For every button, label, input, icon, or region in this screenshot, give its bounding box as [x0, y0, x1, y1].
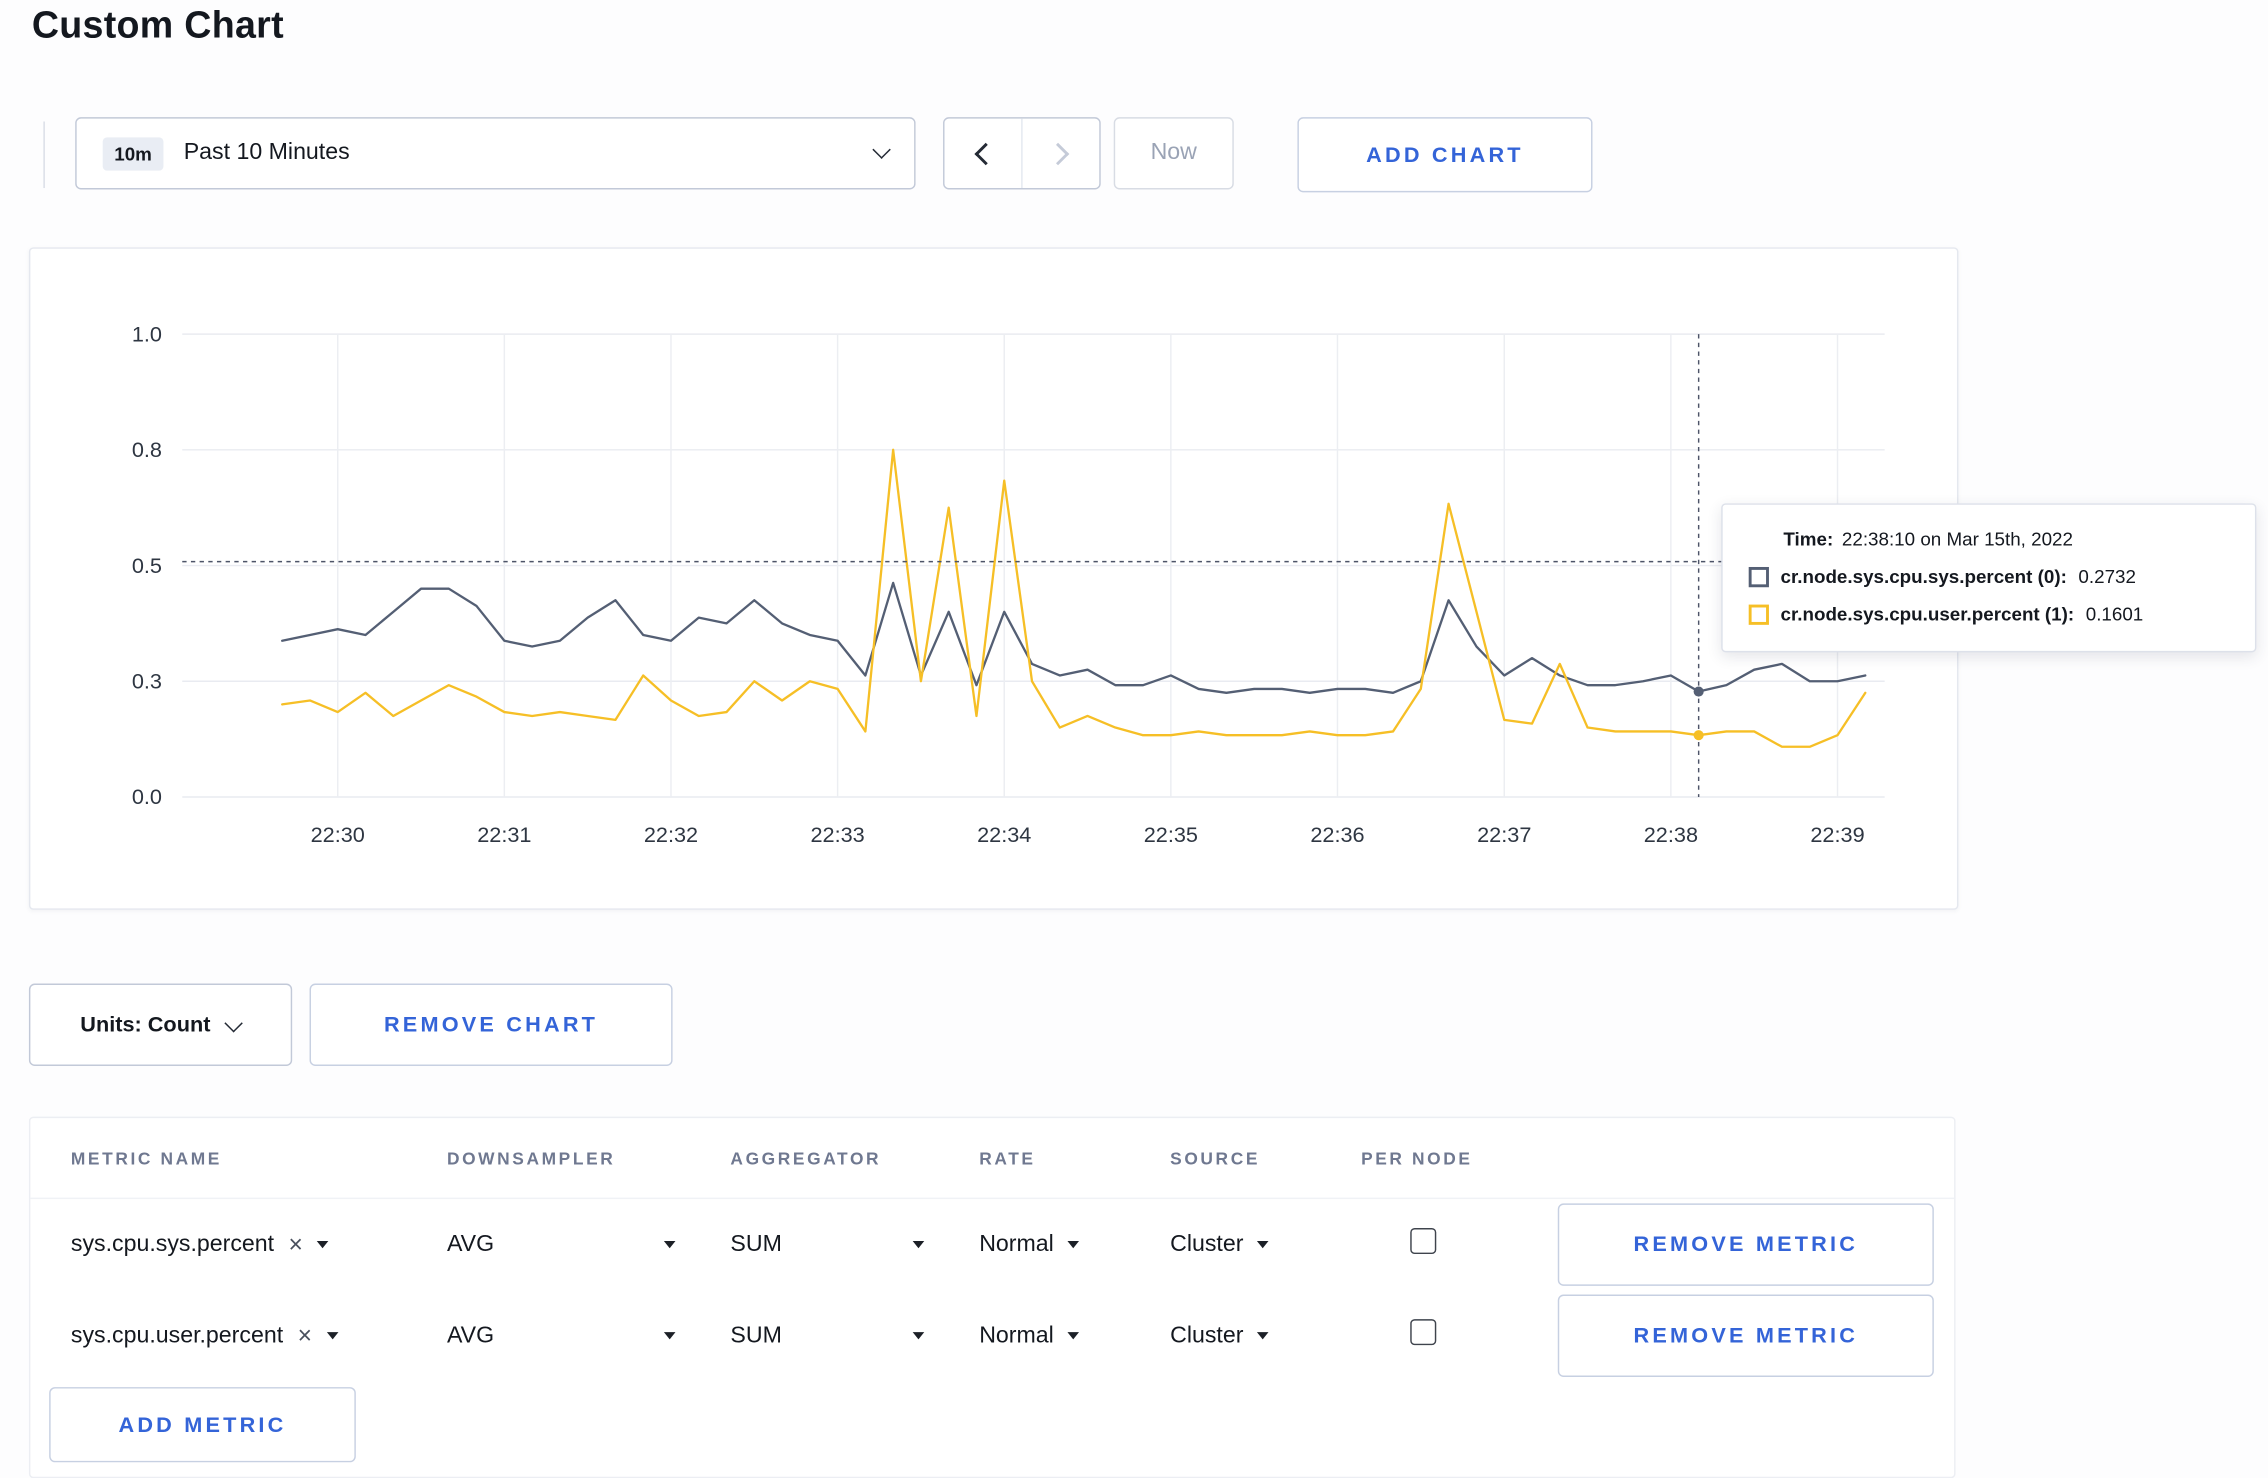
- svg-text:22:31: 22:31: [477, 822, 531, 847]
- caret-down-icon: [912, 1332, 925, 1340]
- caret-down-icon: [1256, 1241, 1269, 1249]
- next-time-button[interactable]: [1021, 118, 1099, 189]
- chart-svg: 0.0 0.3 0.5 0.8 1.0 22:30 22:31 22:32 22:33 22:34…: [132, 321, 1885, 847]
- chart-tooltip: Time: 22:38:10 on Mar 15th, 2022 cr.node.…: [1721, 503, 2257, 653]
- svg-text:22:37: 22:37: [1477, 822, 1531, 847]
- aggregator-select[interactable]: SUM: [730, 1322, 925, 1349]
- rate-select[interactable]: Normal: [979, 1232, 1170, 1258]
- per-node-checkbox[interactable]: [1410, 1227, 1437, 1255]
- metrics-table: METRIC NAME DOWNSAMPLER AGGREGATOR RATE …: [28, 1116, 1956, 1478]
- caret-down-icon: [1256, 1332, 1269, 1340]
- svg-text:22:33: 22:33: [810, 822, 864, 847]
- aggregator-value: SUM: [730, 1231, 782, 1257]
- tooltip-series-row: cr.node.sys.cpu.sys.percent (0): 0.2732: [1748, 565, 2229, 588]
- caret-down-icon: [1066, 1241, 1079, 1249]
- col-header-per-node: PER NODE: [1361, 1147, 1473, 1168]
- svg-text:22:30: 22:30: [311, 822, 365, 847]
- clear-metric-icon[interactable]: ×: [289, 1232, 303, 1257]
- svg-text:22:36: 22:36: [1310, 822, 1364, 847]
- add-metric-button[interactable]: ADD METRIC: [49, 1387, 356, 1463]
- table-row: sys.cpu.user.percent × AVG SUM Normal Cl…: [30, 1290, 1954, 1381]
- source-value: Cluster: [1170, 1322, 1244, 1348]
- col-header-metric-name: METRIC NAME: [70, 1147, 222, 1168]
- prev-time-button[interactable]: [944, 119, 1021, 188]
- table-row: sys.cpu.sys.percent × AVG SUM Normal Clu…: [30, 1199, 1954, 1290]
- svg-text:0.0: 0.0: [132, 784, 162, 809]
- remove-chart-button[interactable]: REMOVE CHART: [309, 983, 673, 1066]
- now-button[interactable]: Now: [1113, 117, 1234, 190]
- tooltip-series-name: cr.node.sys.cpu.user.percent (1):: [1780, 603, 2075, 625]
- svg-text:1.0: 1.0: [132, 321, 162, 346]
- aggregator-select[interactable]: SUM: [730, 1231, 925, 1258]
- tooltip-series-row: cr.node.sys.cpu.user.percent (1): 0.1601: [1748, 603, 2229, 625]
- downsampler-value: AVG: [446, 1322, 495, 1348]
- caret-down-icon: [663, 1241, 676, 1249]
- downsampler-select[interactable]: AVG: [447, 1232, 676, 1258]
- units-label: Units: Count: [80, 1012, 211, 1038]
- tooltip-series-value: 0.1601: [2085, 603, 2144, 625]
- col-header-rate: RATE: [979, 1147, 1036, 1168]
- metric-name-select[interactable]: sys.cpu.sys.percent ×: [71, 1232, 447, 1258]
- rate-value: Normal: [979, 1231, 1054, 1257]
- remove-metric-button[interactable]: REMOVE METRIC: [1557, 1294, 1934, 1377]
- tooltip-time-value: 22:38:10 on Mar 15th, 2022: [1841, 527, 2073, 550]
- svg-text:22:39: 22:39: [1810, 822, 1864, 847]
- add-chart-button[interactable]: ADD CHART: [1297, 117, 1593, 193]
- svg-text:0.8: 0.8: [132, 437, 162, 462]
- chevron-left-icon: [974, 142, 997, 165]
- downsampler-select[interactable]: AVG: [447, 1323, 676, 1349]
- tooltip-time-label: Time:: [1783, 527, 1834, 550]
- col-header-aggregator: AGGREGATOR: [730, 1147, 882, 1168]
- svg-text:22:38: 22:38: [1644, 822, 1698, 847]
- clear-metric-icon[interactable]: ×: [298, 1323, 312, 1348]
- remove-metric-button[interactable]: REMOVE METRIC: [1557, 1203, 1934, 1286]
- line-chart[interactable]: 0.0 0.3 0.5 0.8 1.0 22:30 22:31 22:32 22:33 22:34…: [30, 266, 1957, 869]
- toolbar-divider: [43, 121, 45, 189]
- svg-text:22:32: 22:32: [644, 822, 698, 847]
- metric-name-select[interactable]: sys.cpu.user.percent ×: [71, 1323, 447, 1349]
- source-select[interactable]: Cluster: [1170, 1323, 1361, 1349]
- tooltip-series-name: cr.node.sys.cpu.sys.percent (0):: [1780, 565, 2067, 588]
- toolbar: 10m Past 10 Minutes Now ADD CHART: [29, 117, 2242, 193]
- caret-down-icon: [1066, 1332, 1079, 1340]
- metric-name-value: sys.cpu.user.percent: [70, 1322, 284, 1348]
- time-range-dropdown[interactable]: 10m Past 10 Minutes: [75, 117, 916, 190]
- rate-select[interactable]: Normal: [979, 1323, 1170, 1349]
- units-dropdown[interactable]: Units: Count: [28, 983, 293, 1066]
- caret-down-icon: [663, 1332, 676, 1340]
- source-select[interactable]: Cluster: [1170, 1232, 1361, 1258]
- svg-text:0.5: 0.5: [132, 553, 162, 578]
- time-pager: [943, 117, 1101, 190]
- per-node-checkbox[interactable]: [1410, 1319, 1437, 1346]
- col-header-downsampler: DOWNSAMPLER: [446, 1147, 616, 1168]
- svg-text:22:35: 22:35: [1144, 822, 1198, 847]
- caret-down-icon: [912, 1241, 925, 1249]
- tooltip-series-value: 0.2732: [2078, 565, 2136, 588]
- chart-card: 0.0 0.3 0.5 0.8 1.0 22:30 22:31 22:32 22:33 22:34…: [28, 247, 1959, 910]
- aggregator-value: SUM: [730, 1322, 782, 1348]
- page-root: Custom Chart 10m Past 10 Minutes Now ADD…: [0, 0, 2268, 1478]
- caret-down-icon: [317, 1241, 329, 1249]
- tooltip-time: Time: 22:38:10 on Mar 15th, 2022: [1783, 528, 2228, 550]
- svg-text:0.3: 0.3: [132, 668, 162, 693]
- caret-down-icon: [326, 1332, 339, 1340]
- col-header-source: SOURCE: [1170, 1147, 1261, 1168]
- series-user-swatch-icon: [1748, 603, 1769, 625]
- series-sys-swatch-icon: [1748, 566, 1769, 587]
- chevron-down-icon: [225, 1013, 244, 1032]
- rate-value: Normal: [979, 1322, 1054, 1348]
- chevron-down-icon: [872, 140, 891, 159]
- time-range-label: Past 10 Minutes: [183, 140, 350, 165]
- chevron-right-icon: [1046, 142, 1070, 165]
- page-title: Custom Chart: [31, 2, 284, 47]
- svg-text:22:34: 22:34: [977, 822, 1031, 847]
- time-range-badge: 10m: [102, 136, 164, 170]
- metric-name-value: sys.cpu.sys.percent: [70, 1231, 275, 1257]
- downsampler-value: AVG: [446, 1231, 495, 1257]
- source-value: Cluster: [1170, 1231, 1244, 1257]
- metrics-table-header: METRIC NAME DOWNSAMPLER AGGREGATOR RATE …: [30, 1118, 1955, 1200]
